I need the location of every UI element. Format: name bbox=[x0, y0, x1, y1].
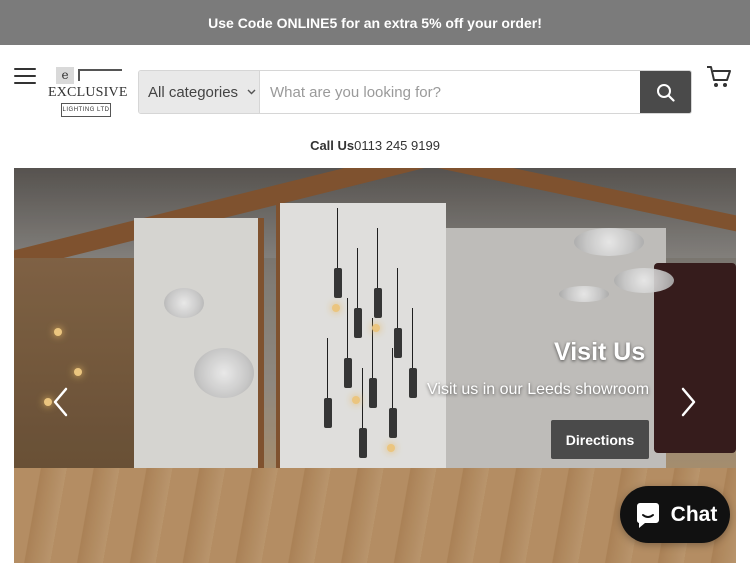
hero-title: Visit Us bbox=[554, 338, 646, 366]
chevron-right-icon[interactable] bbox=[676, 386, 700, 418]
promo-bar: Use Code ONLINE5 for an extra 5% off you… bbox=[0, 0, 750, 45]
cart-icon[interactable] bbox=[706, 65, 732, 89]
category-select[interactable]: All categories bbox=[139, 71, 260, 113]
chat-button[interactable]: Chat bbox=[620, 486, 730, 543]
chat-label: Chat bbox=[670, 502, 718, 526]
call-us-line: Call Us0113 245 9199 bbox=[0, 138, 750, 153]
hero-subtitle: Visit us in our Leeds showroom bbox=[427, 381, 650, 398]
category-select-label: All categories bbox=[148, 83, 239, 101]
call-us-label: Call Us bbox=[310, 138, 355, 153]
search-button[interactable] bbox=[640, 71, 691, 113]
site-logo[interactable]: e EXCLUSIVE LIGHTING LTD bbox=[48, 65, 128, 119]
logo-mark: e bbox=[56, 67, 74, 84]
chevron-down-icon bbox=[247, 87, 256, 98]
hamburger-menu-icon[interactable] bbox=[14, 68, 36, 86]
logo-brand: EXCLUSIVE bbox=[48, 85, 128, 100]
logo-subtitle: LIGHTING LTD bbox=[61, 103, 111, 117]
phone-number[interactable]: 0113 245 9199 bbox=[354, 138, 440, 153]
directions-button[interactable]: Directions bbox=[551, 420, 649, 459]
chat-bubble-icon bbox=[636, 502, 659, 528]
search-bar: All categories bbox=[138, 70, 692, 114]
search-icon bbox=[657, 83, 675, 102]
promo-text: Use Code ONLINE5 for an extra 5% off you… bbox=[208, 14, 542, 31]
site-header: e EXCLUSIVE LIGHTING LTD All categories bbox=[0, 45, 750, 168]
search-input[interactable] bbox=[260, 71, 640, 113]
chevron-left-icon[interactable] bbox=[49, 386, 73, 418]
